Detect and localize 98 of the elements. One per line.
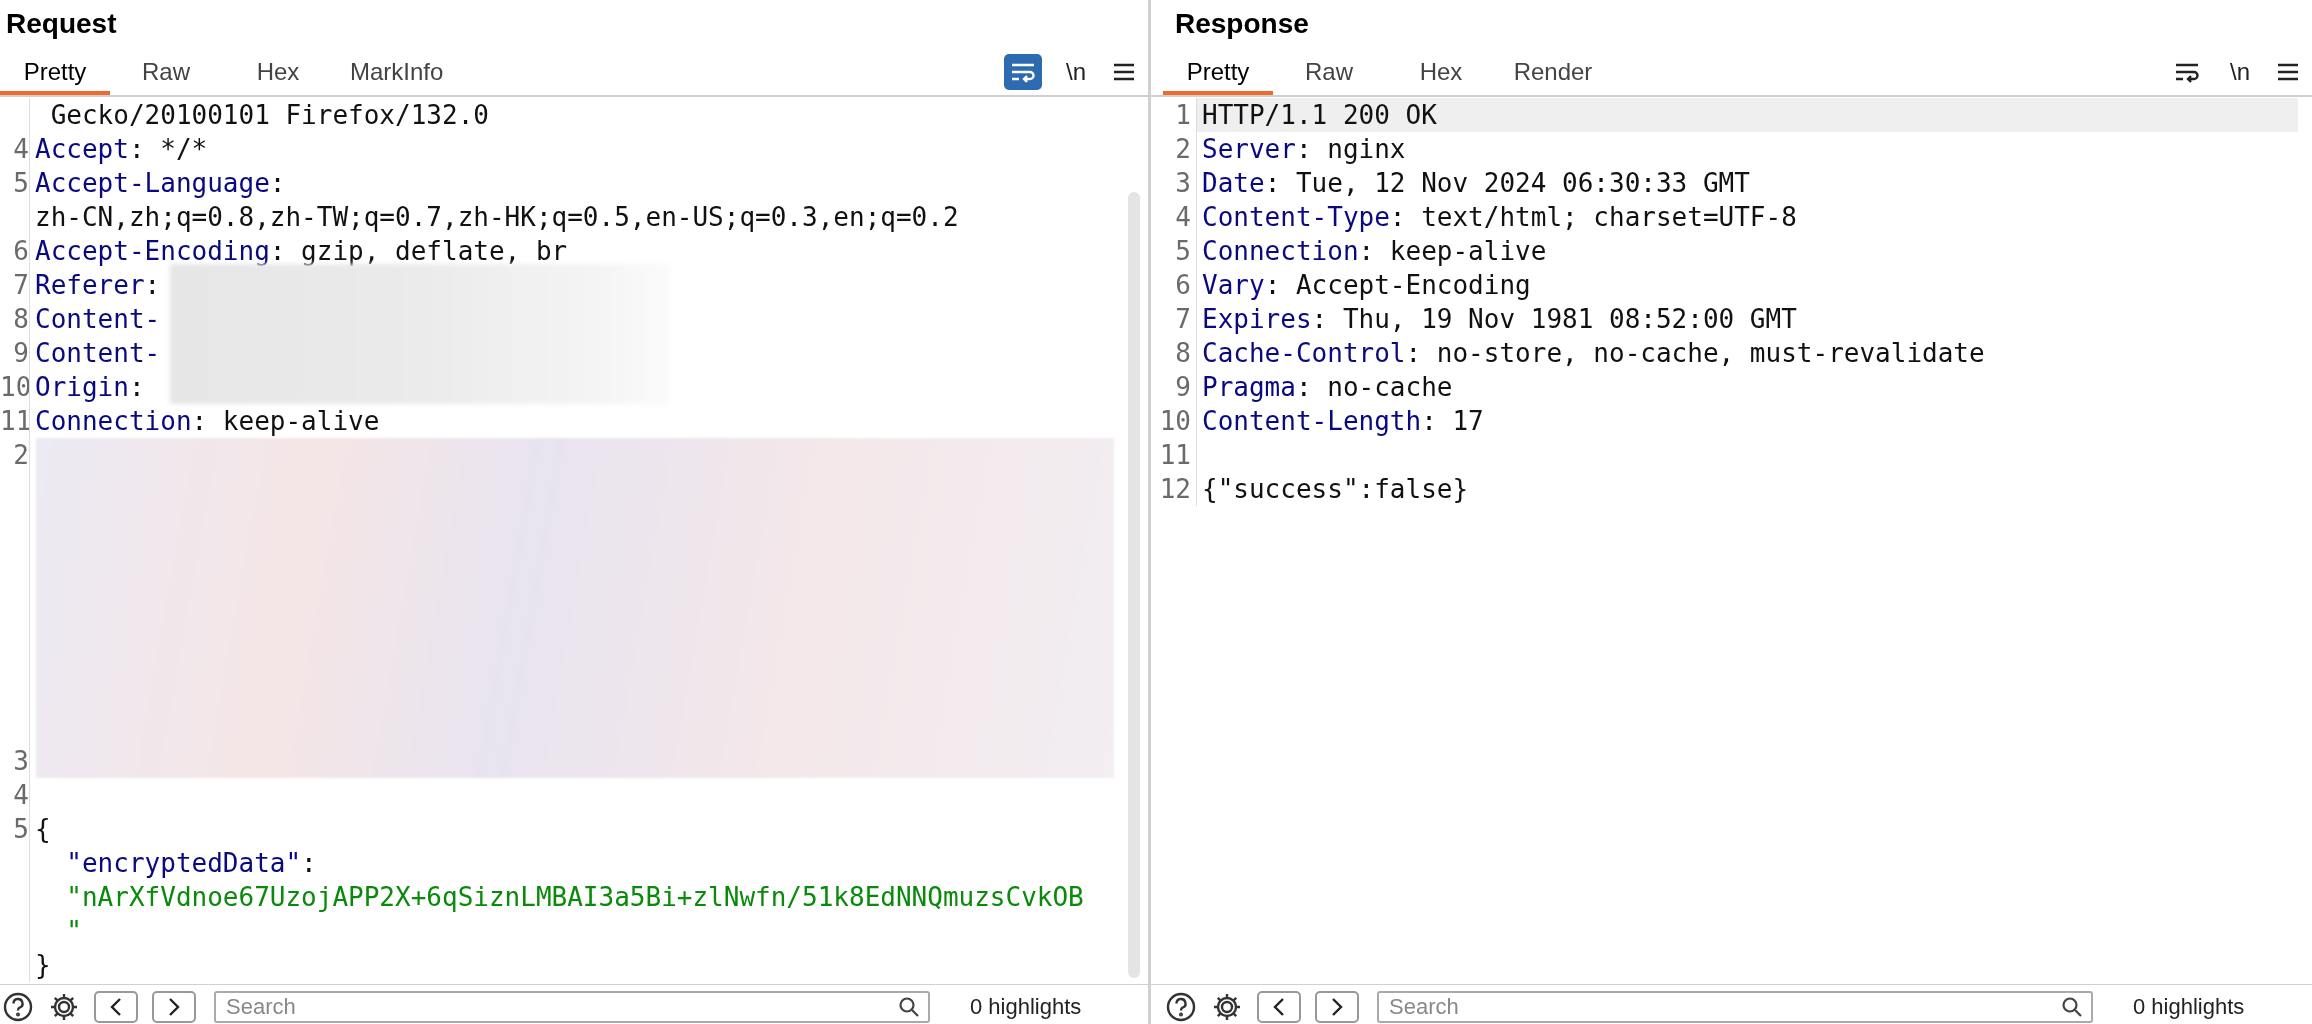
tab[interactable]: Raw	[1273, 53, 1385, 95]
code-text: :	[128, 372, 145, 402]
settings-icon[interactable]	[48, 991, 80, 1023]
search-field[interactable]: Search	[1377, 991, 2093, 1023]
chevron-left-icon	[1272, 997, 1286, 1017]
line-number: 2	[1175, 134, 1191, 164]
line-number: 2	[12, 439, 29, 472]
search-icon	[898, 996, 920, 1018]
tab[interactable]: Render	[1497, 53, 1609, 95]
code-text: :	[269, 168, 286, 198]
header-name: Accept	[35, 134, 129, 164]
search-icon	[2061, 996, 2083, 1018]
line-number: 7	[13, 270, 29, 300]
code-text: : */*	[128, 134, 208, 164]
help-icon[interactable]	[1165, 991, 1197, 1023]
code-text: zh-CN,zh;q=0.8,zh-TW;q=0.7,zh-HK;q=0.5,en-US;q=0.3,en;q=0.2	[35, 202, 959, 232]
line-number: 10	[0, 372, 29, 402]
code-text: }	[35, 950, 51, 980]
code-text: :	[144, 270, 161, 300]
line-number: 3	[1175, 168, 1191, 198]
header-name: Content-	[35, 304, 161, 334]
chevron-right-icon	[167, 997, 181, 1017]
header-name: Accept-Encoding	[35, 236, 270, 266]
newline-toggle[interactable]: \n	[1064, 54, 1088, 90]
code-text: : keep-alive	[191, 406, 380, 436]
line-number: 8	[1175, 338, 1191, 368]
tab[interactable]: Hex	[1385, 53, 1497, 95]
code-text: :	[301, 848, 317, 878]
line-number: 5	[13, 168, 29, 198]
line-number: 9	[1175, 372, 1191, 402]
header-name: Vary	[1202, 270, 1265, 300]
search-field[interactable]: Search	[214, 991, 930, 1023]
header-name: Content-Type	[1202, 202, 1390, 232]
header-name: Referer	[35, 270, 145, 300]
line-number: 10	[1159, 406, 1191, 436]
code-text: : gzip, deflate, br	[269, 236, 568, 266]
line-number: 4	[13, 134, 29, 164]
forward-button[interactable]	[1315, 991, 1359, 1023]
code-text: : text/html; charset=UTF-8	[1389, 202, 1797, 232]
header-name: Accept-Language	[35, 168, 270, 198]
panel-title: Request	[5, 7, 118, 41]
back-button[interactable]	[94, 991, 138, 1023]
header-name: Cache-Control	[1202, 338, 1406, 368]
line-number: 6	[13, 236, 29, 266]
header-name: Connection	[1202, 236, 1359, 266]
line-number: 4	[13, 780, 29, 810]
code-text: : Accept-Encoding	[1264, 270, 1531, 300]
line-number: 4	[1175, 202, 1191, 232]
tab[interactable]: Hex	[222, 53, 334, 95]
line-number: 3	[12, 745, 29, 778]
line-number: 8	[13, 304, 29, 334]
header-name: Connection	[35, 406, 192, 436]
line-number: 11	[1159, 440, 1191, 470]
code-text: : no-store, no-cache, must-revalidate	[1405, 338, 1985, 368]
header-name: Server	[1202, 134, 1296, 164]
help-icon[interactable]	[2, 991, 34, 1023]
header-name: Content-Length	[1202, 406, 1422, 436]
code-text: : Thu, 19 Nov 1981 08:52:00 GMT	[1311, 304, 1797, 334]
code-text: {"success":false}	[1202, 474, 1469, 504]
chevron-right-icon	[1330, 997, 1344, 1017]
header-name: Expires	[1202, 304, 1312, 334]
chevron-left-icon	[109, 997, 123, 1017]
code-text: {	[35, 814, 51, 844]
back-button[interactable]	[1257, 991, 1301, 1023]
code-text: : Tue, 12 Nov 2024 06:30:33 GMT	[1264, 168, 1750, 198]
wrap-lines-icon	[1010, 61, 1036, 83]
header-name: Origin	[35, 372, 129, 402]
line-number: 5	[13, 814, 29, 844]
json-key: "encryptedData"	[35, 848, 302, 878]
code-text: : no-cache	[1295, 372, 1453, 402]
settings-icon[interactable]	[1211, 991, 1243, 1023]
line-number: 12	[1159, 474, 1191, 504]
tab[interactable]: MarkInfo	[334, 53, 460, 95]
code-text: HTTP/1.1 200 OK	[1202, 100, 1437, 130]
line-number: 5	[1175, 236, 1191, 266]
tab[interactable]: Pretty	[0, 53, 110, 95]
wrap-lines-icon	[2174, 61, 2200, 83]
code-text: : keep-alive	[1358, 236, 1547, 266]
highlights-count: 0 highlights	[2133, 993, 2245, 1021]
newline-toggle[interactable]: \n	[2228, 54, 2252, 90]
code-text: : 17	[1421, 406, 1484, 436]
scrollbar[interactable]	[1128, 192, 1140, 978]
forward-button[interactable]	[152, 991, 196, 1023]
line-number: 7	[1175, 304, 1191, 334]
json-string: "nArXfVdnoe67UzojAPP2X+6qSiznLMBAI3a5Bi+zlNwfn/51k8EdNNQmuzsCvkOB	[65, 882, 1084, 912]
header-name: Pragma	[1202, 372, 1296, 402]
header-name: Content-	[35, 338, 161, 368]
header-name: Date	[1202, 168, 1265, 198]
line-number: 11	[0, 406, 29, 436]
json-string: "	[65, 916, 82, 946]
code-text: Gecko/20100101 Firefox/132.0	[49, 100, 489, 130]
line-number: 1	[1175, 100, 1191, 130]
code-text: : nginx	[1295, 134, 1406, 164]
panel-title: Response	[1174, 7, 1310, 41]
tab[interactable]: Raw	[110, 53, 222, 95]
highlights-count: 0 highlights	[970, 993, 1082, 1021]
line-number: 6	[1175, 270, 1191, 300]
line-number: 9	[13, 338, 29, 368]
